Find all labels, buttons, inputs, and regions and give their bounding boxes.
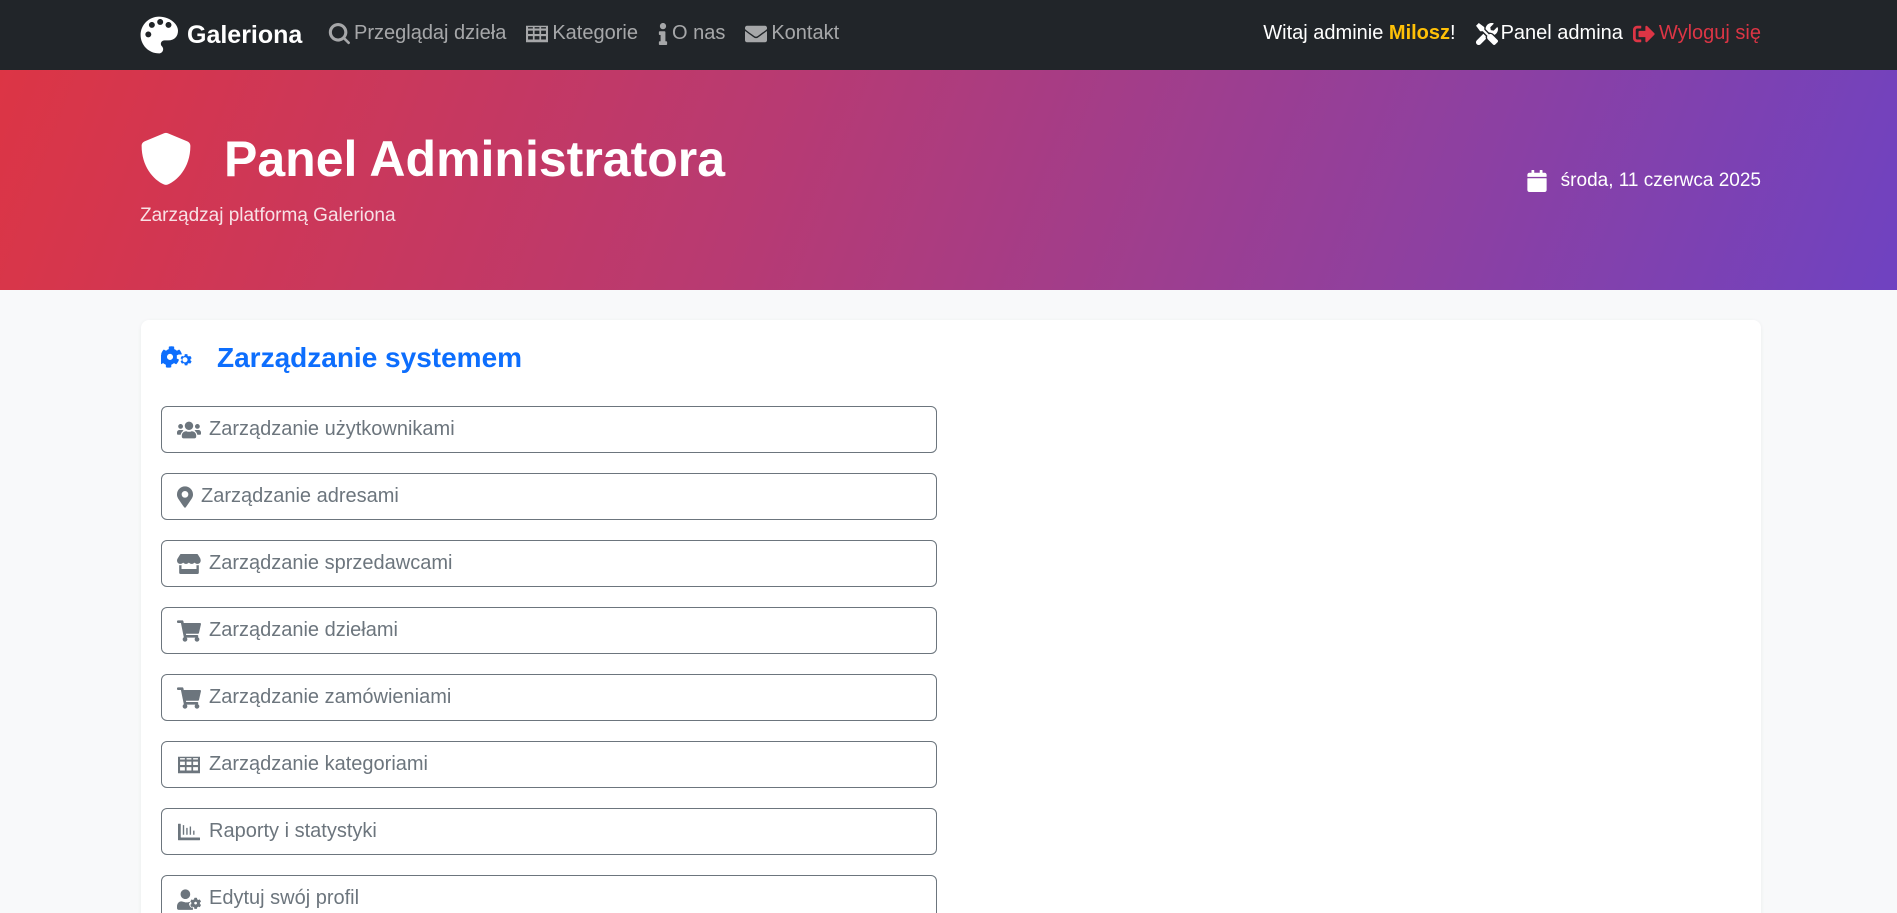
welcome-prefix: Witaj adminie [1263, 22, 1389, 44]
system-management-card: Zarządzanie systemem Zarządzanie użytkow… [141, 320, 1761, 913]
current-date: środa, 11 czerwca 2025 [1527, 170, 1761, 192]
user-area: Witaj adminie Milosz! Panel admina Wylog… [1263, 22, 1761, 45]
hero-heading: Panel Administratora [140, 130, 725, 188]
palette-icon [140, 16, 178, 54]
welcome-message: Witaj adminie Milosz! [1263, 22, 1455, 45]
tools-icon [1475, 22, 1498, 45]
users-icon [177, 421, 201, 438]
user-cog-icon [177, 888, 201, 910]
nav-browse-works[interactable]: Przeglądaj dzieła [328, 22, 506, 45]
username: Milosz [1388, 22, 1451, 44]
nav-contact[interactable]: Kontakt [745, 22, 839, 45]
cogs-icon [161, 346, 192, 368]
nav-about-label: O nas [671, 22, 726, 44]
manage-sellers-button[interactable]: Zarządzanie sprzedawcami [161, 540, 937, 587]
current-date-text: środa, 11 czerwca 2025 [1560, 170, 1761, 191]
edit-profile-button[interactable]: Edytuj swój profil [161, 875, 937, 913]
manage-works-button[interactable]: Zarządzanie dziełami [161, 607, 937, 654]
info-icon [658, 22, 668, 45]
manage-categories-button[interactable]: Zarządzanie kategoriami [161, 741, 937, 788]
admin-panel-link[interactable]: Panel admina [1475, 22, 1623, 45]
calendar-icon [1527, 170, 1547, 192]
envelope-icon [745, 25, 768, 42]
page-subtitle: Zarządzaj platformą Galeriona [140, 205, 396, 226]
page-title: Panel Administratora [224, 131, 726, 187]
manage-works-label: Zarządzanie dziełami [209, 619, 398, 641]
manage-sellers-label: Zarządzanie sprzedawcami [209, 552, 453, 574]
search-icon [328, 22, 350, 44]
manage-addresses-label: Zarządzanie adresami [201, 485, 399, 507]
admin-panel-label: Panel admina [1500, 22, 1623, 44]
admin-hero-banner: Panel Administratora Zarządzaj platformą… [0, 70, 1897, 290]
map-pin-icon [177, 485, 193, 508]
welcome-suffix: ! [1450, 22, 1456, 44]
sign-out-icon [1632, 25, 1655, 42]
grid-icon [526, 25, 549, 42]
reports-button[interactable]: Raporty i statystyki [161, 808, 937, 855]
edit-profile-label: Edytuj swój profil [209, 887, 360, 909]
reports-label: Raporty i statystyki [209, 820, 377, 842]
cart-icon [177, 619, 201, 642]
manage-users-label: Zarządzanie użytkownikami [209, 418, 455, 440]
card-title: Zarządzanie systemem [217, 342, 523, 373]
manage-categories-label: Zarządzanie kategoriami [209, 753, 428, 775]
nav-categories-label: Kategorie [552, 22, 638, 44]
shield-icon [141, 132, 191, 185]
cart-icon [177, 686, 201, 709]
manage-addresses-button[interactable]: Zarządzanie adresami [161, 473, 937, 520]
chart-icon [178, 823, 200, 840]
nav-categories[interactable]: Kategorie [526, 22, 638, 45]
card-heading: Zarządzanie systemem [161, 342, 522, 374]
table-icon [178, 756, 200, 773]
manage-orders-button[interactable]: Zarządzanie zamówieniami [161, 674, 937, 721]
nav-browse-works-label: Przeglądaj dzieła [354, 22, 507, 44]
brand-name: Galeriona [187, 20, 303, 49]
manage-users-button[interactable]: Zarządzanie użytkownikami [161, 406, 937, 453]
top-navbar: Galeriona Przeglądaj dzieła Kategorie O … [0, 0, 1897, 70]
management-menu: Zarządzanie użytkownikami Zarządzanie ad… [161, 406, 937, 913]
logout-link[interactable]: Wyloguj się [1632, 22, 1761, 45]
manage-orders-label: Zarządzanie zamówieniami [209, 686, 452, 708]
brand-link[interactable]: Galeriona [140, 16, 302, 54]
nav-about[interactable]: O nas [658, 22, 725, 45]
store-icon [177, 553, 201, 574]
nav-contact-label: Kontakt [771, 22, 840, 44]
logout-label: Wyloguj się [1658, 22, 1761, 44]
main-nav: Przeglądaj dzieła Kategorie O nas Kontak… [328, 22, 859, 45]
